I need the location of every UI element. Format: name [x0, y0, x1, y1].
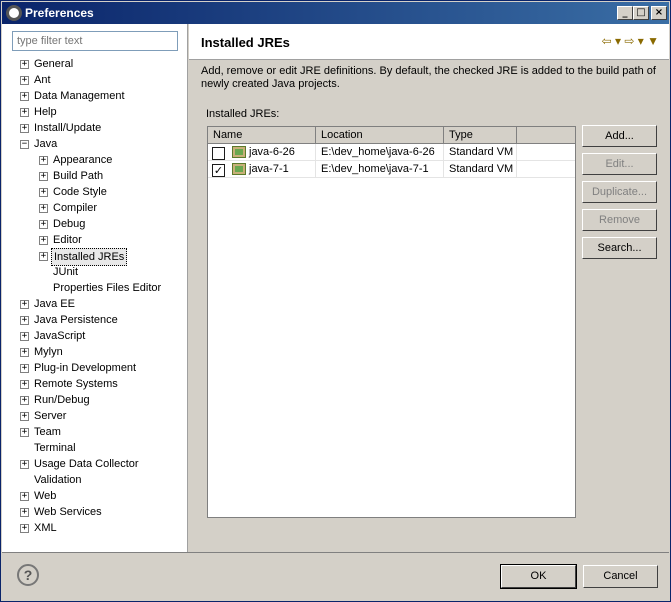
cancel-button[interactable]: Cancel	[583, 565, 658, 588]
filter-input[interactable]	[12, 31, 178, 51]
remove-button[interactable]: Remove	[582, 209, 657, 231]
tree-label: Properties Files Editor	[53, 282, 162, 294]
duplicate-button[interactable]: Duplicate...	[582, 181, 657, 203]
expand-icon[interactable]: +	[39, 172, 48, 181]
preferences-window: Preferences _ □ × + General + Ant + Data Ma…	[0, 0, 671, 602]
edit-button[interactable]: Edit...	[582, 153, 657, 175]
preference-tree-pane: + General + Ant + Data Management + Help + In…	[2, 24, 188, 552]
expand-icon[interactable]: +	[20, 124, 29, 133]
tree-label: Remote Systems	[34, 378, 118, 390]
search-button[interactable]: Search...	[582, 237, 657, 259]
tree-label: Ant	[34, 74, 51, 86]
expand-icon[interactable]: +	[39, 252, 48, 261]
title-bar[interactable]: Preferences _ □ ×	[2, 2, 669, 24]
tree-label: Team	[34, 426, 61, 438]
tree-label: General	[34, 58, 74, 70]
jre-table: Name Location Type java-6-26 E:\dev_home…	[207, 126, 576, 518]
tree-label: Plug-in Development	[34, 362, 137, 374]
tree-label: Server	[34, 410, 67, 422]
expand-icon[interactable]: +	[20, 460, 29, 469]
tree-label: Web Services	[34, 506, 102, 518]
installed-jres-label: Installed JREs:	[206, 108, 280, 120]
maximize-button[interactable]: □	[633, 6, 649, 20]
column-header-location[interactable]: Location	[316, 127, 444, 144]
navigation-arrows-icon[interactable]: ⇦ ▾ ⇨ ▾ ▼	[602, 34, 659, 48]
tree-label: JavaScript	[34, 330, 86, 342]
expand-icon[interactable]: +	[39, 236, 48, 245]
expand-icon[interactable]: +	[39, 188, 48, 197]
column-header-type[interactable]: Type	[444, 127, 517, 144]
installed-jres-page: Installed JREs ⇦ ▾ ⇨ ▾ ▼ Add, remove or …	[189, 24, 669, 552]
expand-icon[interactable]: +	[20, 396, 29, 405]
expand-icon[interactable]: +	[20, 492, 29, 501]
tree-label: XML	[34, 522, 57, 534]
jre-name: java-6-26	[244, 144, 316, 161]
expand-icon[interactable]: +	[20, 364, 29, 373]
expand-icon[interactable]: +	[39, 156, 48, 165]
jre-type: Standard VM	[444, 161, 517, 178]
tree-label: Validation	[34, 474, 82, 486]
expand-icon[interactable]: +	[20, 108, 29, 117]
expand-icon[interactable]: +	[20, 60, 29, 69]
expand-icon[interactable]: +	[39, 220, 48, 229]
tree-label: Install/Update	[34, 122, 102, 134]
tree-label: Mylyn	[34, 346, 63, 358]
page-header: Installed JREs ⇦ ▾ ⇨ ▾ ▼	[189, 24, 669, 60]
page-description: Add, remove or edit JRE definitions. By …	[201, 65, 656, 90]
bottom-divider	[2, 552, 669, 553]
expand-icon[interactable]: +	[20, 428, 29, 437]
tree-label: Editor	[53, 234, 82, 246]
tree-label: Java	[34, 138, 58, 150]
help-icon[interactable]: ?	[17, 564, 39, 586]
expand-icon[interactable]: +	[39, 204, 48, 213]
eclipse-app-icon	[6, 5, 22, 21]
table-row[interactable]: java-6-26 E:\dev_home\java-6-26 Standard…	[208, 144, 575, 161]
jre-location: E:\dev_home\java-7-1	[316, 161, 444, 178]
tree-label: Web	[34, 490, 57, 502]
jre-location: E:\dev_home\java-6-26	[316, 144, 444, 161]
minimize-button[interactable]: _	[617, 6, 633, 20]
jre-checkbox[interactable]	[212, 147, 225, 160]
expand-icon[interactable]: +	[20, 92, 29, 101]
tree-label: Terminal	[34, 442, 76, 454]
page-title: Installed JREs	[201, 35, 290, 50]
expand-icon[interactable]: +	[20, 508, 29, 517]
tree-label: Debug	[53, 218, 86, 230]
expand-icon[interactable]: +	[20, 412, 29, 421]
tree-label: Usage Data Collector	[34, 458, 139, 470]
expand-icon[interactable]: +	[20, 332, 29, 341]
tree-label: JUnit	[53, 266, 79, 278]
expand-icon[interactable]: +	[20, 300, 29, 309]
column-header-name[interactable]: Name	[208, 127, 316, 144]
expand-icon[interactable]: +	[20, 316, 29, 325]
tree-label: Compiler	[53, 202, 98, 214]
tree-label: Java Persistence	[34, 314, 118, 326]
tree-label: Data Management	[34, 90, 125, 102]
tree-label: Help	[34, 106, 57, 118]
jre-type: Standard VM	[444, 144, 517, 161]
jre-name: java-7-1	[244, 161, 316, 178]
jre-checkbox[interactable]: ✓	[212, 164, 225, 177]
tree-label: Java EE	[34, 298, 75, 310]
tree-label: Run/Debug	[34, 394, 90, 406]
add-button[interactable]: Add...	[582, 125, 657, 147]
close-button[interactable]: ×	[651, 6, 667, 20]
tree-label: Code Style	[53, 186, 107, 198]
table-row[interactable]: ✓ java-7-1 E:\dev_home\java-7-1 Standard…	[208, 161, 575, 178]
expand-icon[interactable]: +	[20, 524, 29, 533]
expand-icon[interactable]: +	[20, 380, 29, 389]
tree-label: Appearance	[53, 154, 113, 166]
collapse-icon[interactable]: −	[20, 140, 29, 149]
table-header: Name Location Type	[208, 127, 575, 144]
expand-icon[interactable]: +	[20, 348, 29, 357]
expand-icon[interactable]: +	[20, 76, 29, 85]
tree-label: Build Path	[53, 170, 104, 182]
ok-button[interactable]: OK	[500, 564, 577, 589]
window-title: Preferences	[25, 6, 94, 20]
